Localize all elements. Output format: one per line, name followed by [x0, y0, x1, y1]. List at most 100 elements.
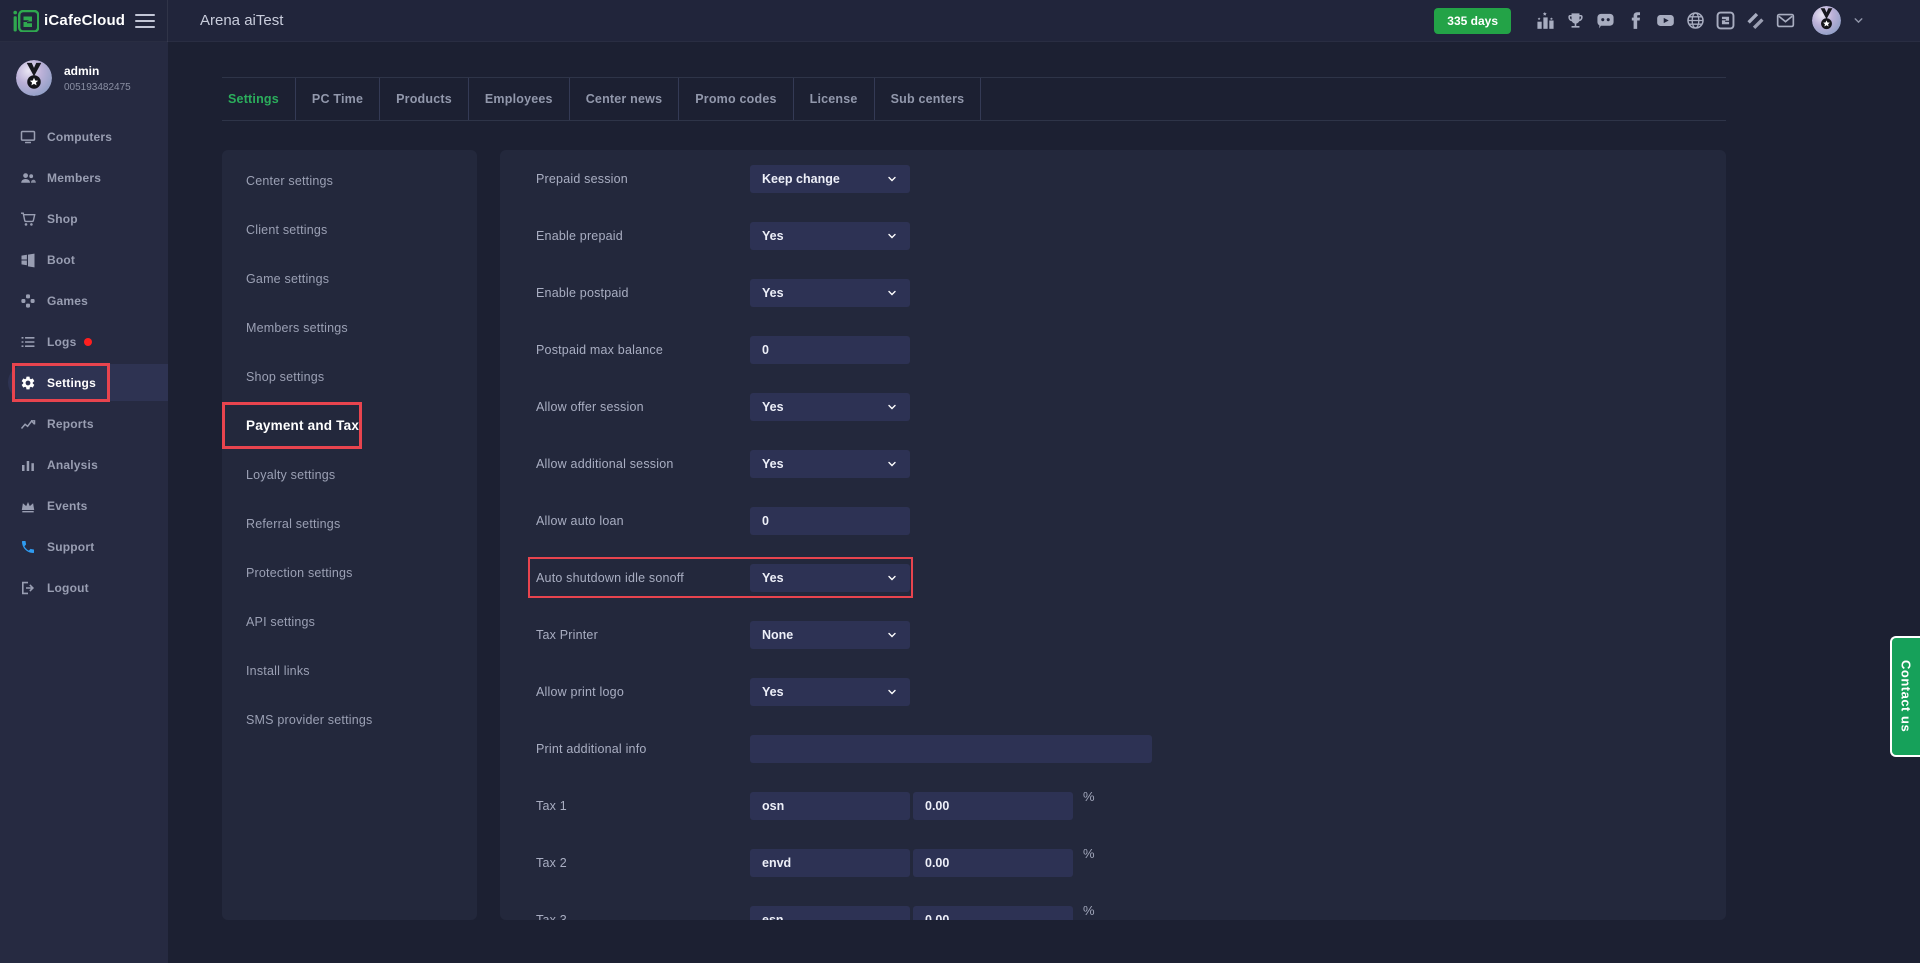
postpaid-max-balance-input[interactable]: 0	[750, 336, 910, 364]
sidebar-item-boot[interactable]: Boot	[0, 239, 168, 280]
tab-products[interactable]: Products	[380, 78, 469, 120]
submenu-item-api-settings[interactable]: API settings	[222, 597, 477, 646]
sidebar-item-games[interactable]: Games	[0, 280, 168, 321]
submenu-item-label: SMS provider settings	[246, 713, 372, 727]
icafecloud-icon[interactable]	[1716, 11, 1735, 30]
analysis-icon	[20, 457, 36, 473]
trophy-icon[interactable]	[1566, 11, 1585, 30]
reports-icon	[20, 416, 36, 432]
computers-icon	[20, 129, 36, 145]
form-row-print-additional-info: Print additional info	[500, 720, 1726, 777]
auto-shutdown-idle-sonoff-select[interactable]: Yes	[750, 564, 910, 592]
sidebar-item-computers[interactable]: Computers	[0, 116, 168, 157]
sidebar-item-label: Shop	[47, 212, 78, 226]
submenu-item-client-settings[interactable]: Client settings	[222, 205, 477, 254]
medal-avatar[interactable]	[1812, 6, 1841, 35]
icafecloud-logo-icon[interactable]	[13, 10, 39, 32]
sidebar-item-events[interactable]: Events	[0, 485, 168, 526]
topbar: iCafeCloud Arena aiTest 335 days	[0, 0, 1920, 42]
allow-additional-session-select[interactable]: Yes	[750, 450, 910, 478]
sidebar-item-shop[interactable]: Shop	[0, 198, 168, 239]
discord-icon[interactable]	[1596, 11, 1615, 30]
submenu-item-shop-settings[interactable]: Shop settings	[222, 352, 477, 401]
submenu-item-referral-settings[interactable]: Referral settings	[222, 499, 477, 548]
enable-postpaid-select[interactable]: Yes	[750, 279, 910, 307]
tax-3-name-input[interactable]: esn	[750, 906, 910, 921]
sidebar-item-label: Logs	[47, 335, 76, 349]
tab-sub-centers[interactable]: Sub centers	[875, 78, 982, 120]
submenu-item-label: Install links	[246, 664, 310, 678]
ranking-icon[interactable]	[1536, 11, 1555, 30]
allow-auto-loan-input[interactable]: 0	[750, 507, 910, 535]
sidebar-item-label: Games	[47, 294, 88, 308]
allow-print-logo-select[interactable]: Yes	[750, 678, 910, 706]
sidebar-item-label: Settings	[47, 376, 96, 390]
topbar-right: 335 days	[1434, 6, 1920, 35]
submenu-item-protection-settings[interactable]: Protection settings	[222, 548, 477, 597]
user-avatar	[16, 60, 52, 96]
tab-settings[interactable]: Settings	[222, 78, 296, 120]
prepaid-session-select[interactable]: Keep change	[750, 165, 910, 193]
submenu-item-install-links[interactable]: Install links	[222, 646, 477, 695]
select-value: Yes	[762, 457, 784, 471]
tab-promo-codes[interactable]: Promo codes	[679, 78, 793, 120]
chevron-down-icon	[886, 401, 898, 413]
sidebar-item-reports[interactable]: Reports	[0, 403, 168, 444]
field-label: Allow auto loan	[536, 514, 750, 528]
sidebar-item-logs[interactable]: Logs	[0, 321, 168, 362]
globe-icon[interactable]	[1686, 11, 1705, 30]
print-additional-info-input[interactable]	[750, 735, 1152, 763]
submenu-item-label: Shop settings	[246, 370, 324, 384]
user-id: 005193482475	[64, 82, 131, 93]
submenu-item-center-settings[interactable]: Center settings	[222, 156, 477, 205]
sidebar-item-support[interactable]: Support	[0, 526, 168, 567]
license-days-badge[interactable]: 335 days	[1434, 8, 1511, 34]
mail-icon[interactable]	[1776, 11, 1795, 30]
tax-1-rate-input[interactable]: 0.00	[913, 792, 1073, 820]
sidebar-item-logout[interactable]: Logout	[0, 567, 168, 608]
youtube-icon[interactable]	[1656, 11, 1675, 30]
select-value: Yes	[762, 400, 784, 414]
enable-prepaid-select[interactable]: Yes	[750, 222, 910, 250]
tax-2-rate-input[interactable]: 0.00	[913, 849, 1073, 877]
chevron-down-icon	[886, 173, 898, 185]
submenu-item-payment-and-tax[interactable]: Payment and Tax	[222, 401, 477, 450]
sidebar-item-label: Reports	[47, 417, 94, 431]
sidebar-item-members[interactable]: Members	[0, 157, 168, 198]
submenu-item-label: Game settings	[246, 272, 329, 286]
tab-pc-time[interactable]: PC Time	[296, 78, 380, 120]
field-label: Tax 2	[536, 856, 750, 870]
field-label: Allow print logo	[536, 685, 750, 699]
field-label: Tax Printer	[536, 628, 750, 642]
submenu-item-sms-provider-settings[interactable]: SMS provider settings	[222, 695, 477, 744]
settings-submenu: Center settings Client settings Game setti…	[222, 150, 477, 920]
layers-icon[interactable]	[1746, 11, 1765, 30]
chevron-down-icon	[886, 629, 898, 641]
boot-icon	[20, 252, 36, 268]
sidebar-item-analysis[interactable]: Analysis	[0, 444, 168, 485]
user-block[interactable]: admin 005193482475	[0, 42, 168, 114]
tax-printer-select[interactable]: None	[750, 621, 910, 649]
tab-license[interactable]: License	[794, 78, 875, 120]
tax-1-name-input[interactable]: osn	[750, 792, 910, 820]
submenu-item-loyalty-settings[interactable]: Loyalty settings	[222, 450, 477, 499]
submenu-item-game-settings[interactable]: Game settings	[222, 254, 477, 303]
allow-offer-session-select[interactable]: Yes	[750, 393, 910, 421]
brand-name: iCafeCloud	[44, 12, 125, 29]
sidebar-item-label: Events	[47, 499, 88, 513]
sidebar-item-label: Members	[47, 171, 101, 185]
tab-center-news[interactable]: Center news	[570, 78, 680, 120]
sidebar-item-settings[interactable]: Settings	[0, 362, 168, 403]
tax-2-name-input[interactable]: envd	[750, 849, 910, 877]
hamburger-icon[interactable]	[135, 14, 155, 28]
submenu-item-label: Referral settings	[246, 517, 340, 531]
contact-us-tab[interactable]: Contact us	[1890, 636, 1920, 757]
events-icon	[20, 498, 36, 514]
submenu-item-label: Client settings	[246, 223, 328, 237]
select-value: Yes	[762, 685, 784, 699]
submenu-item-members-settings[interactable]: Members settings	[222, 303, 477, 352]
facebook-icon[interactable]	[1626, 11, 1645, 30]
tax-3-rate-input[interactable]: 0.00	[913, 906, 1073, 921]
chevron-down-icon[interactable]	[1852, 14, 1865, 27]
tab-employees[interactable]: Employees	[469, 78, 570, 120]
